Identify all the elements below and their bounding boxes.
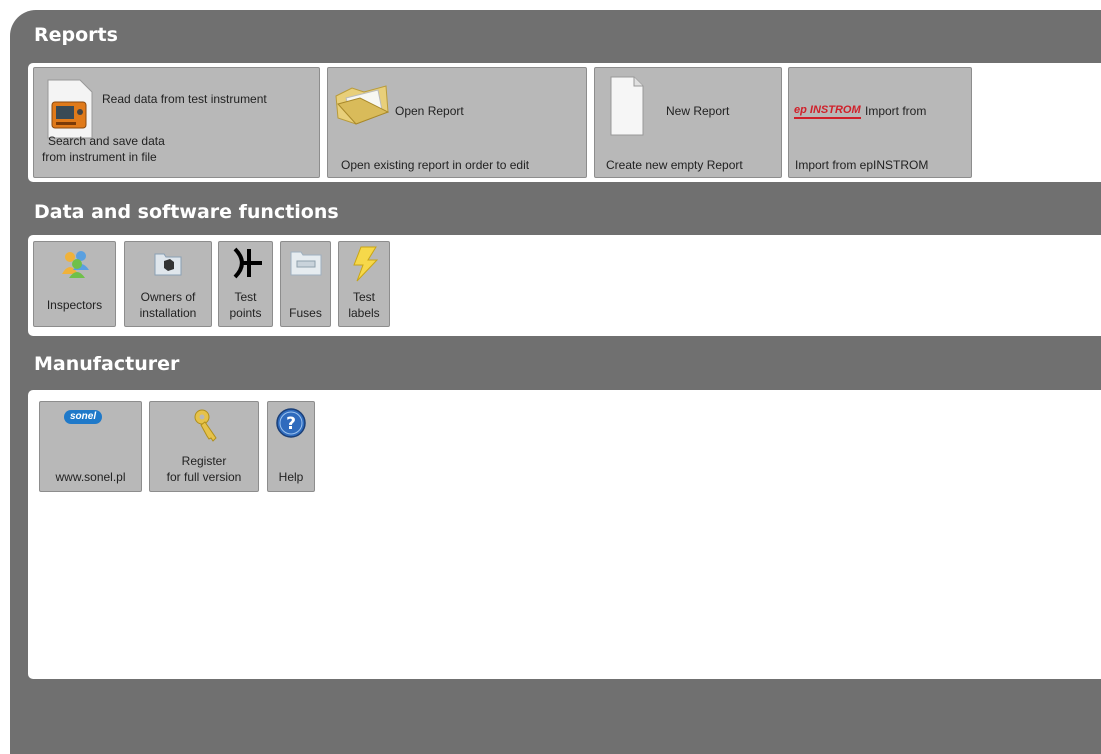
read-data-title: Read data from test instrument [102,92,267,106]
test-labels-label-2: labels [348,306,380,320]
owners-label-2: installation [139,306,197,320]
sonel-website-button[interactable]: sonel www.sonel.pl [39,401,142,492]
folder-box-icon [154,253,182,276]
blank-document-icon [610,76,644,136]
help-button[interactable]: ? Help [267,401,315,492]
read-data-desc-1: Search and save data [48,134,165,148]
test-points-label-1: Test [234,290,257,304]
sonel-logo: sonel [64,410,103,424]
new-report-button[interactable]: New Report Create new empty Report [594,67,782,178]
open-report-title: Open Report [395,104,464,118]
import-title: Import from [865,104,927,118]
fuse-folder-icon [290,251,322,276]
sonel-label: www.sonel.pl [55,470,126,484]
open-report-desc: Open existing report in order to edit [341,158,530,172]
epinstrom-logo: ep INSTROM [794,104,861,119]
owners-label-1: Owners of [140,290,196,304]
lightning-label-icon [353,246,379,282]
read-data-desc-2: from instrument in file [42,150,157,164]
import-desc: Import from epINSTROM [795,158,929,172]
register-label-2: for full version [166,470,242,484]
svg-text:?: ? [286,414,296,434]
section-title-data: Data and software functions [34,201,339,223]
new-report-desc: Create new empty Report [606,158,743,172]
owners-button[interactable]: Owners of installation [124,241,212,327]
fuses-button[interactable]: Fuses [280,241,331,327]
section-title-reports: Reports [34,24,118,46]
read-data-button[interactable]: Read data from test instrument Search an… [33,67,320,178]
section-title-manufacturer: Manufacturer [34,353,180,375]
open-folder-icon [335,85,390,125]
people-icon [62,251,89,278]
import-epinstrom-button[interactable]: ep INSTROM Import from Import from epINS… [788,67,972,178]
fuses-label: Fuses [289,306,322,320]
key-icon [194,409,217,442]
inspectors-button[interactable]: Inspectors [33,241,116,327]
test-labels-label-1: Test [352,290,375,304]
reports-panel: Read data from test instrument Search an… [28,63,1101,182]
open-report-button[interactable]: Open Report Open existing report in orde… [327,67,587,178]
new-report-title: New Report [666,104,730,118]
app-frame: Reports Read data from test instrument S… [10,10,1101,754]
help-icon: ? [276,408,306,438]
data-panel: Inspectors Owners of installation Test p… [28,235,1101,336]
manufacturer-panel: sonel www.sonel.pl Register for full ver… [28,390,1101,679]
test-points-button[interactable]: Test points [218,241,273,327]
test-instrument-icon [47,79,93,139]
test-point-symbol-icon [233,247,262,279]
register-label-1: Register [181,454,227,468]
help-label: Help [278,470,304,484]
inspectors-label: Inspectors [46,298,103,312]
test-labels-button[interactable]: Test labels [338,241,390,327]
register-button[interactable]: Register for full version [149,401,259,492]
test-points-label-2: points [229,306,262,320]
